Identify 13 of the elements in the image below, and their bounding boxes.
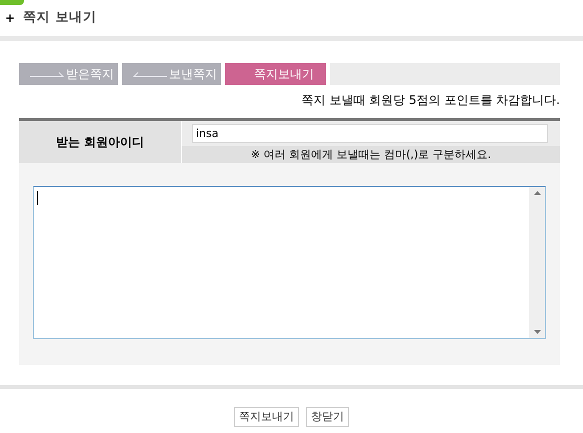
- field-label: 받는 회원아이디: [19, 121, 182, 163]
- send-button[interactable]: 쪽지보내기: [234, 407, 299, 427]
- scroll-down-icon[interactable]: [534, 330, 540, 334]
- notice-text: 쪽지 보낼때 회원당 5점의 포인트를 차감합니다.: [300, 92, 560, 109]
- scrollbar[interactable]: [529, 187, 545, 338]
- cut-off-label: [0, 0, 24, 5]
- page-title: 쪽지 보내기: [23, 9, 96, 28]
- bullet-icon: +: [5, 9, 16, 27]
- recipient-input[interactable]: insa: [192, 124, 548, 143]
- close-button[interactable]: 창닫기: [306, 407, 349, 427]
- tab[interactable]: 쪽지보내기: [225, 63, 326, 85]
- scroll-up-icon[interactable]: [534, 191, 540, 195]
- hint-text: ※ 여러 회원에게 보낼때는 컴마(,)로 구분하세요.: [182, 146, 560, 163]
